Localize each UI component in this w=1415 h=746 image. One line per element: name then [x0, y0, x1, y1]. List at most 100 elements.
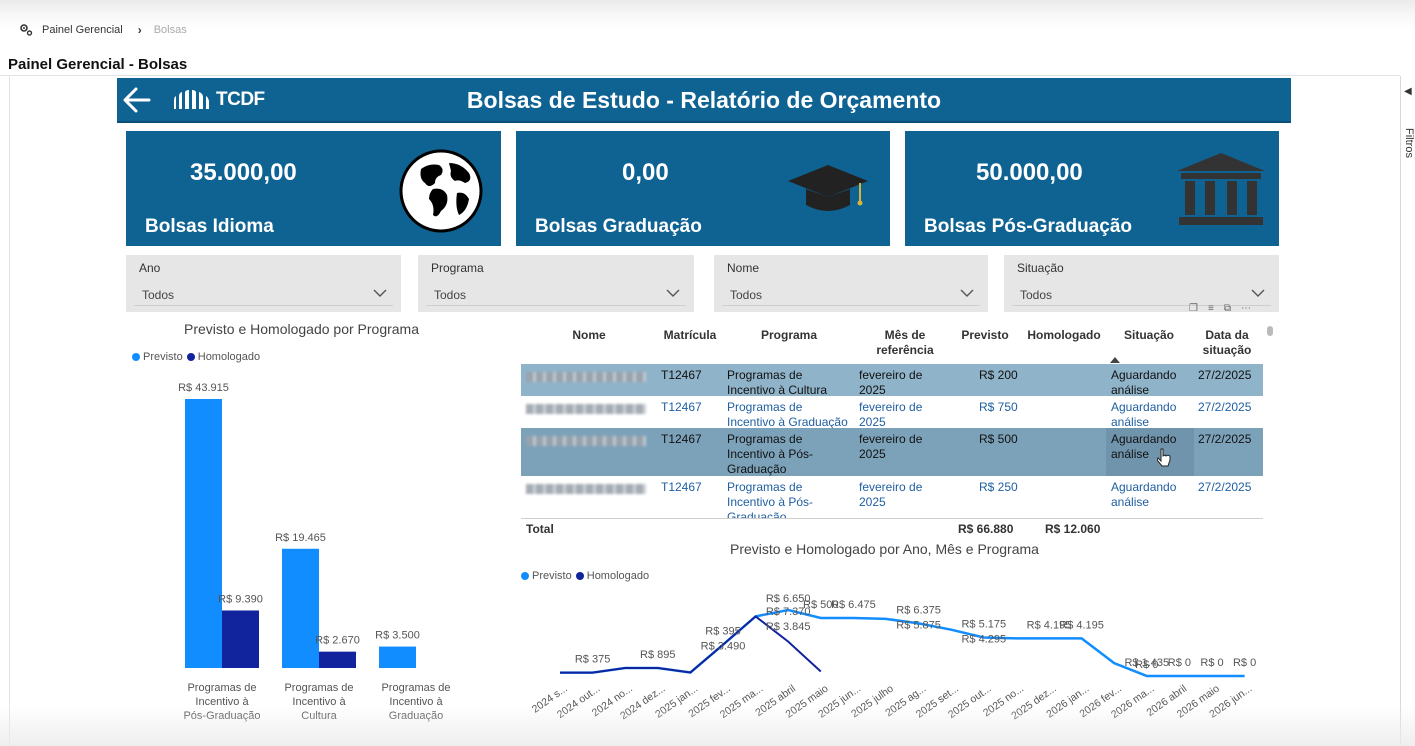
- kpi-value: 0,00: [622, 159, 669, 186]
- category-label: Programas de: [381, 682, 450, 694]
- bar-data-label: R$ 43.915: [178, 382, 229, 394]
- column-header-data[interactable]: Data da situação: [1197, 328, 1257, 358]
- filter-icon[interactable]: ≡: [1208, 303, 1214, 314]
- legend-item-homologado[interactable]: Homologado: [575, 570, 649, 582]
- cell-matricula: T12467: [661, 480, 702, 494]
- cell-situacao: Aguardando análise: [1111, 432, 1177, 461]
- kpi-card-graduacao: 0,00 Bolsas Graduação: [516, 131, 890, 246]
- chevron-down-icon[interactable]: [666, 288, 680, 298]
- bar-homologado[interactable]: [222, 610, 259, 668]
- column-header-situacao[interactable]: Situação: [1111, 328, 1187, 343]
- table-scrollbar[interactable]: [1267, 326, 1273, 336]
- table-row[interactable]: T12467 Programas de Incentivo à Pós-Gradu…: [521, 476, 1263, 518]
- globe-icon: [399, 149, 483, 233]
- bar-homologado[interactable]: [319, 651, 356, 668]
- bar-previsto[interactable]: [185, 399, 222, 668]
- line-chart: R$ 375 R$ 895R$ 395R$ 3.490R$ 6.650R$ 7.3…: [530, 593, 1256, 722]
- cell-matricula: T12467: [661, 368, 702, 382]
- line-chart-legend: Previsto Homologado: [521, 570, 653, 582]
- institution-building-icon: [1177, 153, 1265, 225]
- slicer-label: Programa: [431, 261, 484, 275]
- cell-situacao: Aguardando análise: [1111, 400, 1177, 428]
- line-data-label: R$ 4.295: [961, 634, 1006, 646]
- chevron-left-icon[interactable]: ◀: [1404, 86, 1412, 97]
- redacted-name: [526, 372, 646, 382]
- slicer-dropdown[interactable]: Todos: [426, 282, 686, 306]
- app-window: Painel Gerencial › Bolsas Painel Gerenci…: [0, 0, 1415, 746]
- category-label: Pós-Graduação: [183, 710, 260, 722]
- chevron-down-icon[interactable]: [373, 288, 387, 298]
- slicer-value[interactable]: Todos: [1020, 288, 1052, 302]
- kpi-card-pos-graduacao: 50.000,00 Bolsas Pós-Graduação: [905, 131, 1279, 246]
- table-row[interactable]: T12467 Programas de Incentivo à Cultura fe…: [521, 364, 1263, 396]
- cell-mes: fevereiro de 2025: [859, 400, 923, 428]
- slicer-value[interactable]: Todos: [142, 288, 174, 302]
- slicer-value[interactable]: Todos: [434, 288, 466, 302]
- cell-programa: Programas de Incentivo à Cultura: [727, 368, 828, 396]
- slicer-ano[interactable]: Ano Todos: [126, 255, 401, 312]
- redacted-name: [526, 484, 646, 494]
- chevron-down-icon[interactable]: [1251, 288, 1265, 298]
- column-header-previsto[interactable]: Previsto: [957, 328, 1013, 343]
- settings-icon[interactable]: [19, 23, 33, 37]
- bar-chart: R$ 43.915 R$ 9.390 Programas de Incentivo à…: [178, 382, 450, 722]
- legend-item-previsto[interactable]: Previsto: [132, 351, 183, 363]
- redacted-name: [526, 404, 646, 414]
- slicer-nome[interactable]: Nome Todos: [714, 255, 988, 312]
- column-header-mes[interactable]: Mês de referência: [867, 328, 943, 358]
- bar-data-label: R$ 19.465: [275, 532, 326, 544]
- table-row[interactable]: T12467 Programas de Incentivo à Graduação…: [521, 396, 1263, 428]
- legend-item-homologado[interactable]: Homologado: [186, 351, 260, 363]
- breadcrumb: Painel Gerencial › Bolsas: [19, 23, 187, 37]
- category-label: Incentivo à: [292, 696, 346, 708]
- breadcrumb-root[interactable]: Painel Gerencial: [42, 24, 123, 36]
- line-data-label: R$ 375: [575, 654, 610, 666]
- line-data-label: R$ 4.195: [1059, 619, 1104, 631]
- slicer-dropdown[interactable]: Todos: [722, 282, 980, 306]
- legend-dot: [575, 572, 584, 580]
- slicer-programa[interactable]: Programa Todos: [418, 255, 694, 312]
- report-title: Bolsas de Estudo - Relatório de Orçament…: [466, 87, 942, 113]
- bar-previsto[interactable]: [379, 646, 416, 668]
- line-data-label: R$ 0: [1168, 657, 1191, 669]
- category-label: Cultura: [301, 710, 337, 722]
- cell-data: 27/2/2025: [1198, 400, 1252, 414]
- chevron-down-icon[interactable]: [960, 288, 974, 298]
- category-label: Programas de: [284, 682, 353, 694]
- cell-situacao: Aguardando análise: [1111, 368, 1177, 396]
- line-data-label: R$ 6.375: [896, 604, 941, 616]
- graduation-cap-icon: [788, 165, 868, 211]
- cell-previsto: R$ 250: [979, 480, 1018, 494]
- cell-data: 27/2/2025: [1198, 480, 1252, 494]
- filters-pane-toggle[interactable]: ◀ Filtros: [1400, 76, 1415, 746]
- table-body: T12467 Programas de Incentivo à Cultura fe…: [521, 364, 1263, 518]
- focus-mode-icon[interactable]: ⧉: [1224, 303, 1231, 314]
- table-row[interactable]: T12467 Programas de Incentivo à Pós-Gradu…: [521, 428, 1263, 476]
- legend-dot: [132, 353, 140, 361]
- cell-mes: fevereiro de 2025: [859, 432, 923, 461]
- legend-label: Previsto: [143, 351, 183, 363]
- line-data-label: R$ 0: [1233, 657, 1256, 669]
- bar-previsto[interactable]: [282, 548, 319, 668]
- category-label: Incentivo à: [389, 696, 443, 708]
- visual-header-icons: ❐ ≡ ⧉ ⋯: [1189, 303, 1251, 314]
- line-data-label: R$ 0: [1135, 659, 1158, 671]
- more-options-icon[interactable]: ⋯: [1241, 303, 1251, 314]
- legend-item-previsto[interactable]: Previsto: [521, 570, 572, 582]
- line-chart-title: Previsto e Homologado por Ano, Mês e Pro…: [730, 541, 1039, 557]
- column-header-nome[interactable]: Nome: [561, 328, 617, 343]
- column-header-programa[interactable]: Programa: [749, 328, 829, 343]
- filters-label[interactable]: Filtros: [1403, 128, 1415, 158]
- copy-icon[interactable]: ❐: [1189, 303, 1198, 314]
- slicer-value[interactable]: Todos: [730, 288, 762, 302]
- slicer-dropdown[interactable]: Todos: [134, 282, 393, 306]
- slicer-label: Ano: [139, 261, 161, 275]
- column-header-matricula[interactable]: Matrícula: [659, 328, 721, 343]
- page-title: Painel Gerencial - Bolsas: [8, 56, 188, 73]
- column-header-homologado[interactable]: Homologado: [1021, 328, 1107, 343]
- category-label: Incentivo à: [195, 696, 249, 708]
- report-banner: TCDF Bolsas de Estudo - Relatório de Orç…: [117, 78, 1291, 123]
- slicer-label: Nome: [727, 261, 760, 275]
- sort-ascending-icon[interactable]: [1110, 357, 1120, 363]
- line-data-label: R$ 3.490: [701, 641, 746, 653]
